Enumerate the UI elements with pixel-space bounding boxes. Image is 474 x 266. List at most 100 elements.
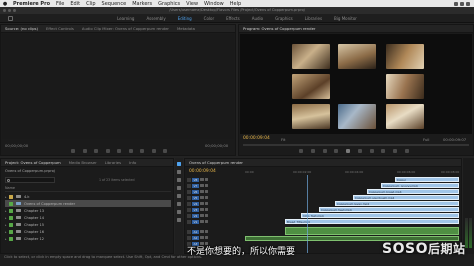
menu-file[interactable]: File	[53, 1, 67, 7]
menu-help[interactable]: Help	[227, 1, 244, 7]
mute-icon[interactable]	[200, 229, 204, 234]
tab-metadata[interactable]: Metadata	[173, 26, 199, 31]
track-header[interactable]: V5	[187, 195, 243, 200]
track-header[interactable]: V2	[187, 213, 243, 218]
sync-icon[interactable]	[200, 183, 204, 188]
menu-graphics[interactable]: Graphics	[155, 1, 183, 7]
ripple-edit-tool-icon[interactable]	[177, 178, 181, 182]
type-tool-icon[interactable]	[177, 218, 181, 222]
tab-audio-clip-mixer[interactable]: Audio Clip Mixer: Ovens of Copperpum ren…	[78, 26, 173, 31]
timeline-clip[interactable]: Copperpum bread.mp4	[367, 189, 459, 194]
tab-project[interactable]: Project: Ovens of Copperpum	[1, 160, 65, 165]
workspace-color[interactable]: Color	[198, 16, 220, 21]
export-frame-icon[interactable]	[404, 149, 409, 153]
track-header[interactable]: V4	[187, 201, 243, 206]
tab-effect-controls[interactable]: Effect Controls	[42, 26, 78, 31]
time-ruler[interactable]: 00:00 00:00:02:00 00:00:04:00 00:00:06:0…	[245, 170, 459, 175]
minimize-window-button[interactable]	[8, 9, 11, 12]
menu-app[interactable]: Premiere Pro	[10, 1, 53, 7]
insert-icon[interactable]	[151, 149, 156, 153]
step-forward-icon[interactable]	[357, 149, 362, 153]
workspace-big-monitor[interactable]: Big Monitor	[328, 16, 363, 21]
menu-markers[interactable]: Markers	[129, 1, 155, 7]
lock-icon[interactable]	[187, 201, 191, 206]
eye-icon[interactable]	[204, 201, 208, 206]
mark-in-icon[interactable]	[299, 149, 303, 153]
tab-source[interactable]: Source: (no clips)	[1, 26, 42, 31]
close-window-button[interactable]	[3, 9, 6, 12]
lock-icon[interactable]	[187, 207, 191, 212]
search-icon[interactable]	[466, 1, 470, 6]
playhead[interactable]	[307, 175, 308, 253]
workspace-audio[interactable]: Audio	[246, 16, 269, 21]
zoom-window-button[interactable]	[13, 9, 16, 12]
sync-icon[interactable]	[200, 177, 204, 182]
list-item[interactable]: ▸ Chapter 14	[5, 214, 171, 221]
tab-libraries[interactable]: Libraries	[101, 160, 125, 165]
timeline-clip[interactable]: Copperpum leven.mp4	[335, 201, 459, 206]
menu-clip[interactable]: Clip	[83, 1, 98, 7]
track-header[interactable]: A2	[187, 235, 243, 240]
eye-icon[interactable]	[204, 207, 208, 212]
sync-icon[interactable]	[200, 195, 204, 200]
play-icon[interactable]	[117, 149, 121, 153]
eye-icon[interactable]	[204, 189, 208, 194]
workspace-learning[interactable]: Learning	[111, 16, 140, 21]
sync-icon[interactable]	[200, 201, 204, 206]
battery-icon[interactable]	[460, 1, 464, 6]
step-back-icon[interactable]	[105, 149, 110, 153]
menu-view[interactable]: View	[183, 1, 201, 7]
mark-out-icon[interactable]	[310, 149, 315, 153]
extract-icon[interactable]	[393, 149, 398, 153]
workspace-editing[interactable]: Editing	[172, 16, 198, 21]
home-icon[interactable]	[8, 16, 13, 21]
zoom-fit-select[interactable]: Fit	[281, 137, 285, 142]
go-to-out-icon[interactable]	[369, 149, 374, 153]
timeline-timecode[interactable]: 00:00:09:04	[189, 169, 216, 174]
workspace-graphics[interactable]: Graphics	[269, 16, 299, 21]
menu-sequence[interactable]: Sequence	[99, 1, 130, 7]
list-item[interactable]: ▸ Chapter 12	[5, 235, 171, 242]
workspace-assembly[interactable]: Assembly	[140, 16, 171, 21]
wifi-icon[interactable]	[454, 1, 458, 6]
workspace-effects[interactable]: Effects	[220, 16, 246, 21]
project-search-input[interactable]	[5, 177, 55, 183]
sync-icon[interactable]	[200, 189, 204, 194]
track-header[interactable]: A1	[187, 229, 243, 234]
audio-clip[interactable]	[285, 227, 459, 235]
eye-icon[interactable]	[204, 183, 208, 188]
column-header-name[interactable]: Name	[5, 186, 171, 192]
tab-info[interactable]: Info	[125, 160, 140, 165]
workspace-libraries[interactable]: Libraries	[299, 16, 328, 21]
lift-icon[interactable]	[381, 149, 386, 153]
go-to-in-icon[interactable]	[322, 149, 327, 153]
lock-icon[interactable]	[187, 219, 191, 224]
source-viewer[interactable]	[2, 34, 234, 139]
timeline-clip[interactable]: Intro_Text.mp4	[301, 213, 459, 218]
play-icon[interactable]	[346, 149, 351, 153]
track-header[interactable]: V8	[187, 177, 243, 182]
eye-icon[interactable]	[204, 219, 208, 224]
timeline-clip[interactable]: Bread_Title.mp4	[285, 219, 459, 224]
sync-icon[interactable]	[200, 219, 204, 224]
track-header[interactable]: V6	[187, 189, 243, 194]
go-to-in-icon[interactable]	[94, 149, 98, 153]
selection-tool-icon[interactable]	[177, 162, 181, 166]
mark-in-icon[interactable]	[71, 149, 75, 153]
tab-program[interactable]: Program: Ovens of Copperpum render	[239, 26, 319, 31]
step-back-icon[interactable]	[334, 149, 339, 153]
list-item[interactable]: ▸ Chapter 16	[5, 228, 171, 235]
tab-sequence[interactable]: Ovens of Copperpum render	[185, 160, 247, 165]
list-item[interactable]: ▸ Chapter 15	[5, 221, 171, 228]
timeline-clip[interactable]: Copperpum sourdough.mp4	[353, 195, 459, 200]
overwrite-icon[interactable]	[163, 149, 167, 153]
list-item[interactable]: Ovens of Copperpum render	[5, 200, 171, 207]
timeline-clip[interactable]: Copperpum_onovvy.mp4	[381, 183, 459, 188]
track-select-tool-icon[interactable]	[177, 170, 181, 174]
track-header[interactable]: V3	[187, 207, 243, 212]
mark-out-icon[interactable]	[82, 149, 87, 153]
mute-icon[interactable]	[200, 235, 204, 240]
hand-tool-icon[interactable]	[177, 210, 181, 214]
track-header[interactable]: V7	[187, 183, 243, 188]
list-item[interactable]: ▸ Chapter 13	[5, 207, 171, 214]
